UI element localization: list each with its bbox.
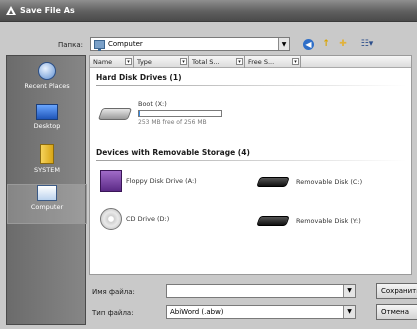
column-headers: Name ▾ Type ▾ Total S... ▾ Free S... ▾	[90, 56, 411, 68]
drive-cd[interactable]: CD Drive (D:)	[100, 208, 169, 230]
chevron-down-icon[interactable]: ▾	[180, 58, 187, 65]
computer-icon	[94, 39, 105, 51]
desktop-icon	[36, 104, 58, 120]
sidebar-item-label: SYSTEM	[34, 166, 60, 174]
title-bar: Save File As	[0, 0, 417, 22]
hard-disk-icon	[97, 108, 133, 120]
new-folder-icon[interactable]: ✚	[336, 37, 350, 51]
floppy-disk-icon	[100, 170, 122, 192]
chevron-down-icon[interactable]: ▾	[125, 58, 132, 65]
column-header-type[interactable]: Type ▾	[134, 56, 189, 68]
group-header-removable: Devices with Removable Storage (4)	[96, 148, 250, 157]
computer-icon	[37, 185, 57, 201]
group-divider	[96, 85, 406, 86]
filetype-label: Тип файла:	[92, 309, 134, 317]
sidebar-item-system[interactable]: SYSTEM	[7, 144, 87, 184]
group-divider	[96, 160, 406, 161]
drive-removable-c[interactable]: Removable Disk (C:)	[256, 177, 363, 187]
capacity-bar	[138, 110, 222, 117]
cd-drive-icon	[100, 208, 122, 230]
drive-label: Boot (X:)	[138, 100, 167, 108]
removable-disk-icon	[256, 177, 290, 187]
up-folder-icon[interactable]: ↑	[320, 37, 332, 51]
drive-boot[interactable]	[97, 108, 133, 120]
back-arrow-icon[interactable]: ◀	[302, 37, 315, 51]
chevron-down-icon[interactable]: ▼	[278, 38, 289, 50]
chevron-down-icon[interactable]: ▾	[292, 58, 299, 65]
filename-label: Имя файла:	[92, 288, 135, 296]
column-header-total-size[interactable]: Total S... ▾	[189, 56, 245, 68]
filetype-select[interactable]: AbiWord (.abw)	[166, 305, 356, 319]
places-sidebar: Recent Places Desktop SYSTEM Computer	[6, 55, 87, 325]
drive-label: Removable Disk (C:)	[296, 178, 363, 186]
window-title: Save File As	[20, 6, 75, 15]
drive-label: CD Drive (D:)	[126, 215, 170, 223]
save-button[interactable]: Сохранить	[376, 283, 417, 299]
look-in-combo[interactable]: Computer ▼	[90, 37, 290, 51]
sidebar-item-desktop[interactable]: Desktop	[7, 104, 87, 144]
capacity-fill	[139, 111, 140, 116]
sidebar-item-label: Computer	[30, 203, 64, 211]
user-folder-icon	[40, 144, 54, 164]
view-menu-icon[interactable]: ☷▾	[356, 37, 378, 51]
file-list[interactable]: Name ▾ Type ▾ Total S... ▾ Free S... ▾ Hard …	[89, 55, 412, 275]
sidebar-item-recent-places[interactable]: Recent Places	[7, 62, 87, 102]
drive-label: Removable Disk (Y:)	[296, 217, 361, 225]
drive-removable-y[interactable]: Removable Disk (Y:)	[256, 216, 361, 226]
filename-input[interactable]	[166, 284, 356, 298]
removable-disk-icon	[256, 216, 290, 226]
column-header-free-space[interactable]: Free S... ▾	[245, 56, 301, 68]
chevron-down-icon[interactable]: ▾	[236, 58, 243, 65]
column-header-name[interactable]: Name ▾	[90, 56, 134, 68]
look-in-label: Папка:	[58, 41, 84, 49]
sidebar-item-label: Recent Places	[24, 82, 70, 90]
drive-floppy[interactable]: Floppy Disk Drive (A:)	[100, 170, 197, 192]
drive-free-space: 253 MB free of 256 MB	[138, 119, 207, 126]
app-icon	[4, 5, 18, 17]
sidebar-item-label: Desktop	[33, 122, 61, 130]
drive-label: Floppy Disk Drive (A:)	[126, 177, 197, 185]
look-in-value: Computer	[108, 40, 143, 48]
sidebar-item-computer[interactable]: Computer	[7, 184, 87, 224]
chevron-down-icon[interactable]: ▼	[343, 285, 355, 297]
drive-boot-details[interactable]: Boot (X:) 253 MB free of 256 MB	[138, 100, 222, 126]
group-header-hard-disks: Hard Disk Drives (1)	[96, 73, 182, 82]
cancel-button[interactable]: Отмена	[376, 304, 417, 320]
chevron-down-icon[interactable]: ▼	[343, 306, 355, 318]
recent-places-icon	[38, 62, 56, 80]
